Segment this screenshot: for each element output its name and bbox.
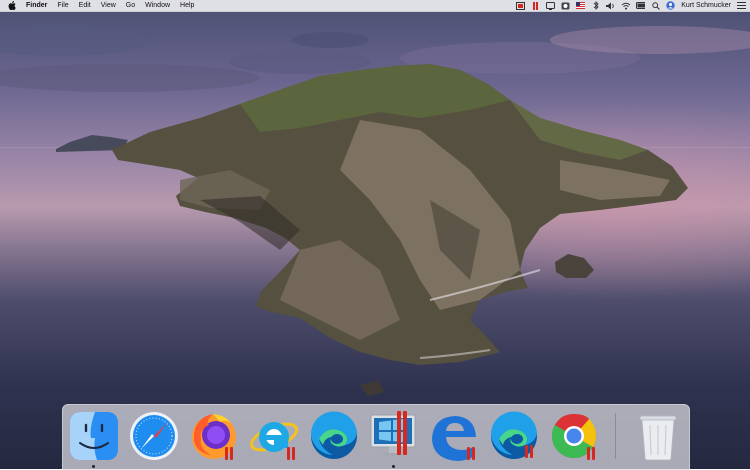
edge-legacy-icon[interactable] [427, 409, 481, 463]
edge-icon[interactable] [307, 409, 361, 463]
running-indicator [92, 465, 95, 468]
catalina-island [56, 64, 688, 396]
record-icon[interactable] [561, 2, 570, 10]
parallels-icon[interactable] [516, 1, 526, 10]
pause-icon[interactable] [531, 1, 540, 10]
flag-us-icon[interactable] [576, 2, 586, 10]
display-icon[interactable] [546, 1, 556, 10]
internet-explorer-icon[interactable] [247, 409, 301, 463]
parallels-badge [287, 447, 295, 460]
menu-edit[interactable]: Edit [79, 0, 91, 11]
list-icon[interactable] [737, 2, 746, 10]
parallels-badge [587, 447, 595, 460]
menu-view[interactable]: View [101, 0, 116, 11]
parallels-badge [225, 447, 233, 460]
edge-parallels-icon[interactable] [487, 409, 541, 463]
menu-finder[interactable]: Finder [26, 0, 47, 11]
menu-window[interactable]: Window [145, 0, 170, 11]
menu-file[interactable]: File [57, 0, 68, 11]
dock [62, 404, 690, 470]
menu-bar: Finder File Edit View Go Window Help Kur… [0, 0, 750, 12]
volume-icon[interactable] [606, 2, 615, 10]
search-icon[interactable] [651, 1, 660, 10]
battery-icon[interactable] [636, 2, 646, 10]
desktop-wallpaper [0, 0, 750, 469]
finder-icon[interactable] [67, 409, 121, 468]
parallels-badge [397, 411, 407, 455]
chrome-icon[interactable] [547, 409, 601, 463]
wifi-icon[interactable] [621, 2, 631, 10]
dock-separator [615, 413, 616, 459]
menu-go[interactable]: Go [126, 0, 135, 11]
parallels-badge [467, 447, 475, 460]
user-name[interactable]: Kurt Schmucker [681, 0, 731, 11]
menu-help[interactable]: Help [180, 0, 194, 11]
parallels-badge [525, 445, 533, 458]
running-indicator [392, 465, 395, 468]
safari-icon[interactable] [127, 409, 181, 463]
firefox-icon[interactable] [187, 409, 241, 463]
status-area: Kurt Schmucker [516, 0, 746, 11]
user-icon[interactable] [666, 1, 675, 10]
trash-icon[interactable] [631, 409, 685, 463]
windows-pc-icon[interactable] [367, 409, 421, 468]
apple-icon[interactable] [8, 1, 18, 11]
bluetooth-icon[interactable] [591, 1, 600, 10]
